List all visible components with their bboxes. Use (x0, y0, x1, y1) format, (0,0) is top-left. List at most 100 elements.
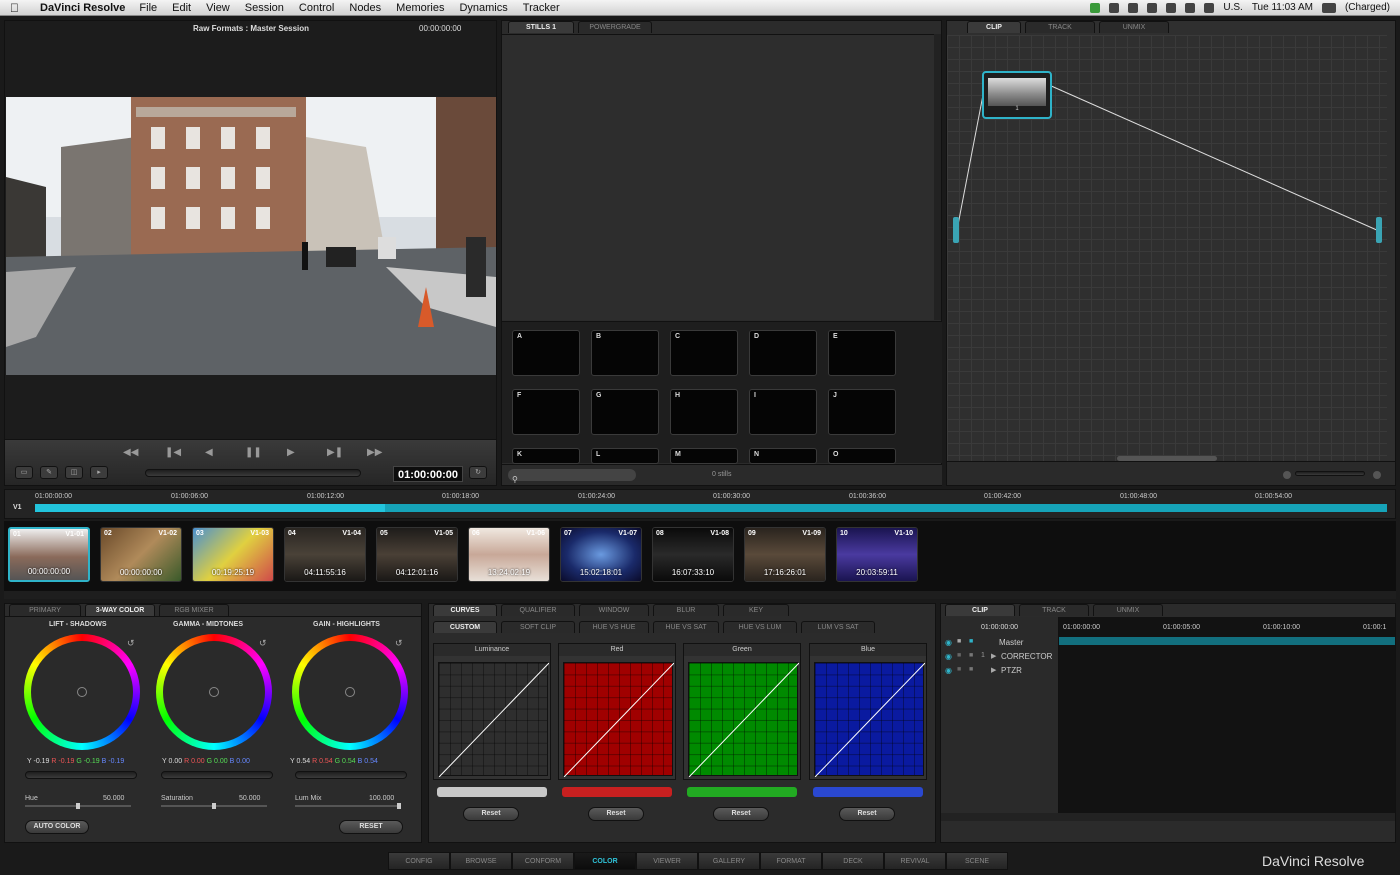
clock[interactable]: Tue 11:03 AM (1252, 2, 1313, 13)
viewer-timecode[interactable]: 01:00:00:00 (393, 466, 463, 482)
memory-slot[interactable]: K (512, 448, 580, 464)
memory-slot[interactable]: O (828, 448, 896, 464)
memory-slot[interactable]: M (670, 448, 738, 464)
output-node[interactable] (1376, 217, 1382, 243)
clip-strip-scrollbar[interactable] (4, 591, 1396, 599)
fast-forward-icon[interactable]: ▶▶ (367, 447, 382, 458)
memory-slot[interactable]: A (512, 330, 580, 376)
gamma-wheel[interactable] (156, 634, 272, 750)
clip-thumbnail[interactable]: 04 V1-04 04:11:55:16 (284, 527, 366, 582)
gallery-search-input[interactable]: ⚲ (508, 469, 636, 484)
memory-slot[interactable]: G (591, 389, 659, 435)
layer-row-ptzr[interactable]: PTZR (1001, 666, 1022, 675)
reset-wheel-icon[interactable]: ↺ (395, 638, 403, 649)
pen-tool-icon[interactable]: ✎ (40, 466, 58, 479)
menu-dynamics[interactable]: Dynamics (459, 2, 507, 14)
menu-nodes[interactable]: Nodes (349, 2, 381, 14)
node-scrollbar[interactable] (1117, 456, 1217, 461)
wheel-puck[interactable] (345, 687, 355, 697)
curve-graph[interactable] (814, 662, 926, 778)
viewer-tool-1-icon[interactable]: ▭ (15, 466, 33, 479)
hue-slider[interactable] (25, 803, 131, 809)
subtab-custom[interactable]: CUSTOM (433, 621, 497, 633)
curve-graph[interactable] (563, 662, 675, 778)
menu-session[interactable]: Session (245, 2, 284, 14)
green-soft-clip-bar[interactable] (687, 787, 797, 797)
layer-row-corrector[interactable]: CORRECTOR (1001, 652, 1052, 661)
master-clip-bar[interactable] (1059, 637, 1395, 645)
tab-key[interactable]: KEY (723, 604, 789, 616)
memory-slot[interactable]: N (749, 448, 817, 464)
memory-slot[interactable]: I (749, 389, 817, 435)
audio-icon[interactable]: ▸ (90, 466, 108, 479)
layer-visibility-icon[interactable]: ◉ (945, 638, 952, 647)
lum-mix-slider-thumb[interactable] (397, 803, 401, 809)
wheel-puck[interactable] (209, 687, 219, 697)
tab-unmix[interactable]: UNMIX (1093, 604, 1163, 616)
memory-slot[interactable]: F (512, 389, 580, 435)
tab-clip[interactable]: CLIP (967, 21, 1021, 33)
subtab-hue-vs-sat[interactable]: HUE VS SAT (653, 621, 719, 633)
viewer-image[interactable] (6, 97, 496, 375)
volume-icon[interactable] (1204, 2, 1215, 13)
memory-slot[interactable]: J (828, 389, 896, 435)
play-icon[interactable]: ▶ (287, 447, 295, 458)
step-forward-icon[interactable]: ▶❚ (327, 447, 343, 458)
red-reset-button[interactable]: Reset (588, 807, 644, 821)
zoom-out-icon[interactable] (1283, 471, 1291, 479)
tab-curves[interactable]: CURVES (433, 604, 497, 616)
tab-qualifier[interactable]: QUALIFIER (501, 604, 575, 616)
apple-menu-icon[interactable]:  (10, 1, 26, 15)
tab-window[interactable]: WINDOW (579, 604, 649, 616)
wheel-puck[interactable] (77, 687, 87, 697)
reset-wheel-icon[interactable]: ↺ (127, 638, 135, 649)
tab-stills-1[interactable]: STILLS 1 (508, 21, 574, 33)
bluetooth-icon[interactable] (1185, 2, 1196, 13)
menu-memories[interactable]: Memories (396, 2, 444, 14)
page-tab-revival[interactable]: REVIVAL (884, 852, 946, 870)
tab-3-way-color[interactable]: 3-WAY COLOR (85, 604, 155, 616)
loop-icon[interactable]: ↻ (469, 466, 487, 479)
gamma-master-wheel[interactable] (161, 771, 273, 779)
page-tab-browse[interactable]: BROWSE (450, 852, 512, 870)
auto-color-button[interactable]: AUTO COLOR (25, 820, 89, 834)
hue-value[interactable]: 50.000 (103, 795, 124, 802)
battery-icon[interactable] (1321, 2, 1336, 13)
layer-visibility-icon[interactable]: ◉ (945, 652, 952, 661)
tab-clip[interactable]: CLIP (945, 604, 1015, 616)
lift-wheel[interactable] (24, 634, 140, 750)
page-tab-viewer[interactable]: VIEWER (636, 852, 698, 870)
display-icon[interactable] (1109, 2, 1120, 13)
memory-slot[interactable]: E (828, 330, 896, 376)
timeline-ruler[interactable]: V1 01:00:00:00 01:00:06:00 01:00:12:00 0… (4, 489, 1396, 519)
play-reverse-icon[interactable]: ◀ (205, 447, 213, 458)
lock-icon[interactable]: ■ (957, 652, 961, 659)
page-tab-deck[interactable]: DECK (822, 852, 884, 870)
luminance-soft-clip-bar[interactable] (437, 787, 547, 797)
node-zoom-slider[interactable] (1295, 471, 1365, 476)
luminance-reset-button[interactable]: Reset (463, 807, 519, 821)
saturation-slider[interactable] (161, 803, 267, 809)
curve-graph[interactable] (438, 662, 550, 778)
expand-arrow-icon[interactable]: ▶ (991, 652, 996, 660)
memory-slot[interactable]: H (670, 389, 738, 435)
split-screen-icon[interactable]: ◫ (65, 466, 83, 479)
clip-thumbnail[interactable]: 09 V1-09 17:16:26:01 (744, 527, 826, 582)
clip-thumbnail[interactable]: 06 V1-06 13:24:02:19 (468, 527, 550, 582)
layer-timeline[interactable]: 01:00:00:00 01:00:05:00 01:00:10:00 01:0… (1059, 617, 1395, 813)
tab-primary[interactable]: PRIMARY (9, 604, 81, 616)
gain-master-wheel[interactable] (295, 771, 407, 779)
layer-visibility-icon[interactable]: ◉ (945, 666, 952, 675)
blue-reset-button[interactable]: Reset (839, 807, 895, 821)
layer-scrollbar[interactable] (941, 813, 1395, 821)
memory-slot[interactable]: C (670, 330, 738, 376)
page-tab-color[interactable]: COLOR (574, 852, 636, 870)
jog-slider[interactable] (145, 469, 361, 477)
page-tab-gallery[interactable]: GALLERY (698, 852, 760, 870)
layer-row-master[interactable]: Master (999, 638, 1023, 647)
reset-button[interactable]: RESET (339, 820, 403, 834)
menu-control[interactable]: Control (299, 2, 334, 14)
clip-thumbnail[interactable]: 05 V1-05 04:12:01:16 (376, 527, 458, 582)
page-tab-format[interactable]: FORMAT (760, 852, 822, 870)
clip-thumbnail[interactable]: 07 V1-07 15:02:18:01 (560, 527, 642, 582)
